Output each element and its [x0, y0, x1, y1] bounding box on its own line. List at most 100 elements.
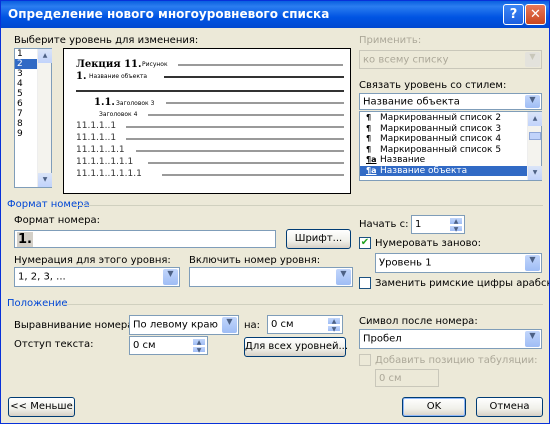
paragraph-style-icon: ¶: [366, 144, 372, 154]
spin-up-icon[interactable]: ▲: [192, 338, 206, 346]
level-label: Выберите уровень для изменения:: [14, 35, 199, 46]
style-scrollbar[interactable]: ▲ ▼: [527, 112, 542, 180]
link-style-value: Название объекта: [363, 96, 460, 107]
start-label: Начать с:: [359, 219, 409, 230]
apply-combo[interactable]: ко всему списку ▼: [359, 50, 542, 69]
preview-line: [136, 150, 344, 152]
preview-l1-text: Рисунок: [142, 61, 168, 68]
style-item[interactable]: ¶a Название объекта: [360, 165, 527, 176]
divider: [73, 205, 543, 206]
format-value: 1.: [17, 232, 33, 247]
restart-label: Нумеровать заново:: [375, 238, 482, 249]
scroll-down-icon[interactable]: ▼: [38, 173, 52, 187]
style-list[interactable]: ¶ Маркированный список 2 ¶ Маркированный сп…: [359, 111, 542, 181]
paragraph-style-icon: ¶: [366, 134, 372, 143]
at-value: 0 см: [271, 319, 294, 330]
spin-down-icon[interactable]: ▼: [327, 324, 341, 333]
font-button[interactable]: Шрифт...: [286, 229, 351, 249]
at-spinner[interactable]: 0 см ▲ ▼: [267, 315, 343, 334]
style-item[interactable]: ¶ Маркированный список 2: [360, 113, 527, 124]
style-item-label: Название: [380, 155, 426, 165]
spin-up-icon[interactable]: ▲: [327, 317, 341, 325]
style-item-label: Маркированный список 5: [380, 144, 502, 155]
style-item[interactable]: ¶ Маркированный список 4: [360, 134, 527, 145]
cancel-button[interactable]: Отмена: [476, 397, 543, 417]
spin-down-icon[interactable]: ▼: [449, 224, 463, 233]
spin-up-icon[interactable]: ▲: [449, 217, 463, 225]
preview-l2-text: Название объекта: [89, 73, 148, 80]
include-label: Включить номер уровня:: [189, 255, 321, 266]
apply-value: ко всему списку: [363, 54, 449, 65]
preview-row-text: 11.1.1..1: [76, 133, 117, 143]
restart-combo[interactable]: Уровень 1 ▼: [375, 253, 542, 273]
numbering-label: Нумерация для этого уровня:: [14, 255, 171, 266]
preview-row-text: 11.1.1..1.1.1: [76, 157, 134, 167]
preview-line: [164, 76, 344, 78]
tab-checkbox[interactable]: [359, 354, 371, 366]
roman-label: Заменить римские цифры арабскими: [375, 278, 549, 289]
roman-checkbox[interactable]: [359, 277, 371, 289]
paragraph-style-icon: ¶a: [366, 155, 377, 164]
preview-l1-number: Лекция 11.: [76, 59, 142, 70]
preview-line: [148, 114, 344, 116]
all-levels-button[interactable]: Для всех уровней...: [244, 337, 348, 357]
tab-label: Добавить позицию табуляции:: [375, 355, 538, 366]
scroll-up-icon[interactable]: ▲: [528, 112, 542, 126]
divider: [63, 304, 543, 305]
chevron-down-icon: ▼: [336, 269, 351, 285]
level-listbox[interactable]: 123456789 ▲ ▼: [14, 48, 52, 188]
start-spinner[interactable]: 1 ▲ ▼: [411, 215, 465, 234]
after-combo[interactable]: Пробел ▼: [359, 329, 542, 349]
scroll-thumb[interactable]: [529, 132, 541, 140]
indent-label: Отступ текста:: [14, 339, 94, 350]
after-value: Пробел: [363, 333, 402, 345]
chevron-down-icon: ▼: [525, 331, 540, 347]
paragraph-style-icon: ¶: [366, 123, 372, 133]
preview-l3-text: Заголовок 3: [116, 100, 155, 107]
chevron-down-icon: ▼: [525, 95, 540, 108]
title-bar: Определение нового многоуровневого списк…: [1, 1, 549, 28]
style-item[interactable]: ¶a Название: [360, 155, 527, 166]
dialog-title: Определение нового многоуровневого списк…: [8, 7, 330, 21]
style-item[interactable]: ¶ Маркированный список 3: [360, 124, 527, 135]
restart-checkbox[interactable]: ✔: [359, 237, 371, 249]
align-value: По левому краю: [133, 319, 218, 331]
indent-spinner[interactable]: 0 см ▲ ▼: [129, 336, 208, 355]
preview-line: [148, 162, 344, 164]
preview-row-text: 11.1.1..1.1: [76, 145, 125, 155]
level-scrollbar[interactable]: ▲ ▼: [37, 49, 52, 187]
preview-line: [162, 174, 344, 176]
preview-line: [166, 102, 344, 104]
preview-l4-text: Заголовок 4: [99, 111, 138, 118]
indent-value: 0 см: [133, 340, 156, 351]
close-icon[interactable]: ✕: [525, 4, 546, 25]
spin-down-icon[interactable]: ▼: [192, 345, 206, 354]
preview-row-text: 11.1.1..1: [76, 121, 117, 131]
numbering-combo[interactable]: 1, 2, 3, ... ▼: [14, 267, 180, 287]
tab-spinner[interactable]: 0 см: [375, 369, 439, 387]
after-label: Символ после номера:: [359, 316, 478, 327]
ok-button[interactable]: OK: [402, 397, 466, 417]
link-style-combo[interactable]: Название объекта ▼: [359, 93, 542, 110]
style-item-label: Название объекта: [380, 165, 468, 176]
scroll-up-icon[interactable]: ▲: [38, 49, 52, 63]
chevron-down-icon: ▼: [525, 255, 540, 271]
include-combo[interactable]: ▼: [189, 267, 353, 287]
chevron-down-icon: ▼: [525, 52, 540, 67]
chevron-down-icon: ▼: [163, 269, 178, 285]
position-heading: Положение: [7, 298, 68, 309]
numbering-value: 1, 2, 3, ...: [18, 271, 66, 283]
preview-line: [178, 64, 343, 66]
help-icon[interactable]: ?: [503, 4, 524, 25]
style-item[interactable]: ¶ Маркированный список 5: [360, 145, 527, 156]
style-item-label: Маркированный список 4: [380, 134, 502, 144]
align-combo[interactable]: По левому краю ▼: [129, 315, 239, 335]
chevron-down-icon: ▼: [222, 317, 237, 333]
format-input[interactable]: 1.: [14, 230, 276, 248]
style-item-label: Маркированный список 2: [380, 113, 502, 123]
less-button[interactable]: << Меньше: [8, 397, 75, 417]
apply-label: Применить:: [359, 35, 422, 46]
preview-l3-number: 1.1.: [94, 97, 115, 108]
preview-line: [126, 138, 344, 140]
scroll-down-icon[interactable]: ▼: [528, 166, 542, 180]
